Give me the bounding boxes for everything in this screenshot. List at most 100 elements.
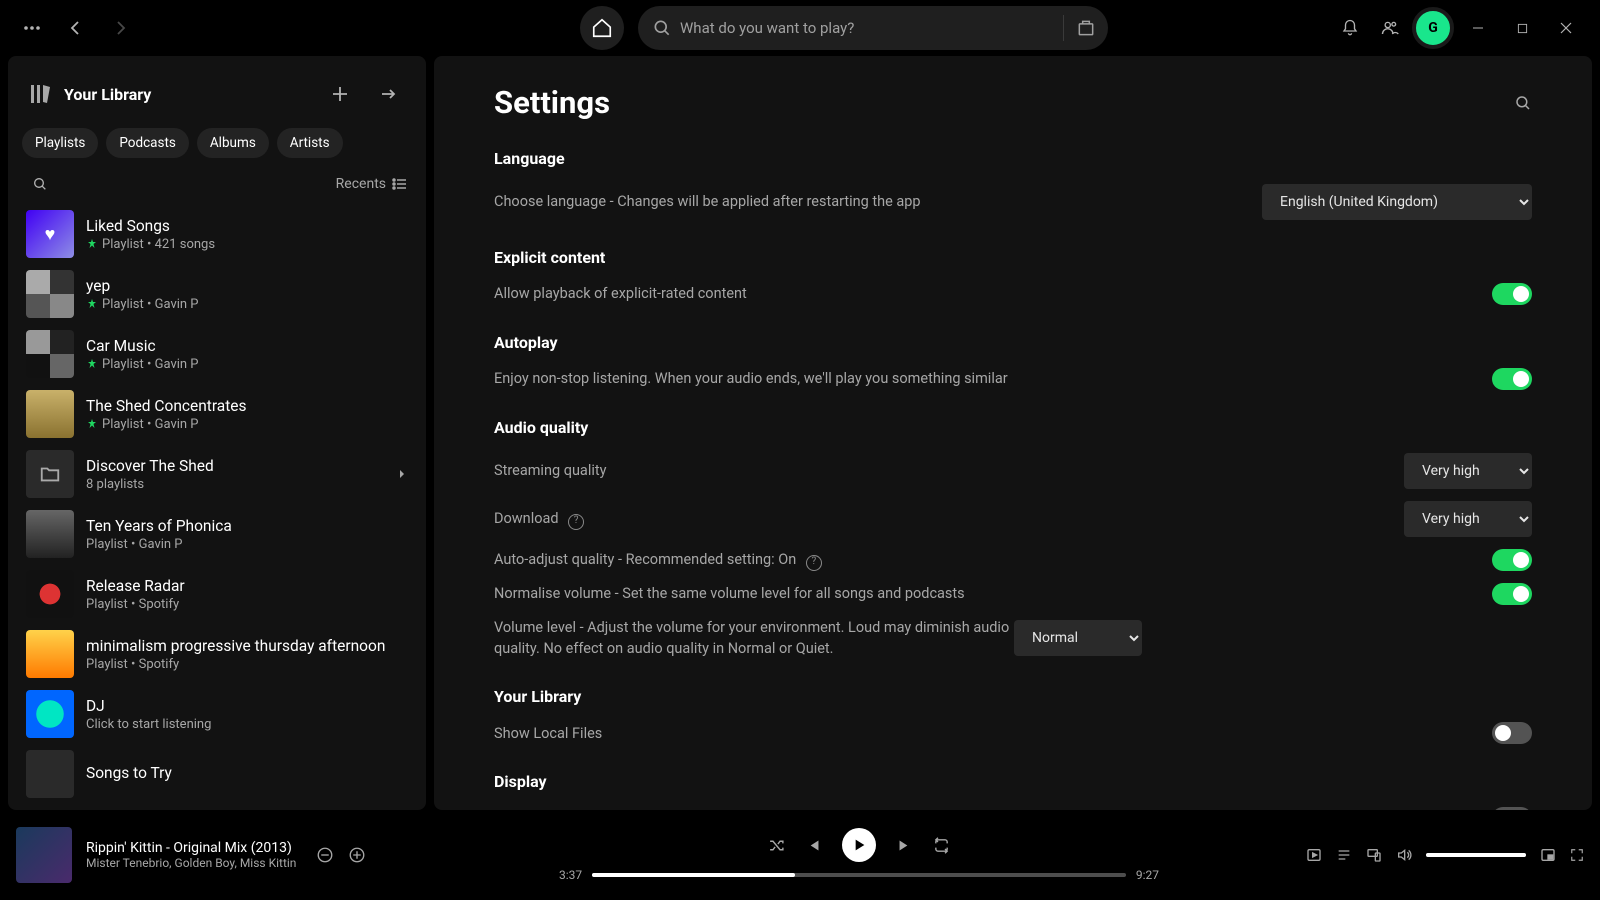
nav-back-button[interactable] bbox=[58, 10, 94, 46]
autoplay-toggle[interactable] bbox=[1492, 368, 1532, 390]
pin-icon bbox=[86, 358, 98, 370]
create-playlist-button[interactable] bbox=[322, 76, 358, 112]
progress-bar[interactable] bbox=[592, 873, 1126, 877]
library-item[interactable]: The Shed ConcentratesPlaylist • Gavin P bbox=[18, 384, 416, 444]
library-item[interactable]: Release RadarPlaylist • Spotify bbox=[18, 564, 416, 624]
local-files-label: Show Local Files bbox=[494, 723, 1492, 744]
playlist-meta: Playlist • 421 songs bbox=[86, 237, 215, 252]
sort-button[interactable]: Recents bbox=[336, 176, 408, 192]
mute-button[interactable] bbox=[1396, 847, 1412, 863]
filter-chip-artists[interactable]: Artists bbox=[277, 128, 343, 158]
streaming-quality-select[interactable]: Very high bbox=[1404, 453, 1532, 489]
library-title[interactable]: Your Library bbox=[64, 85, 310, 104]
playlist-cover bbox=[26, 330, 74, 378]
playlist-name: Ten Years of Phonica bbox=[86, 517, 232, 535]
library-item[interactable]: ♥Liked SongsPlaylist • 421 songs bbox=[18, 204, 416, 264]
filter-chip-playlists[interactable]: Playlists bbox=[22, 128, 98, 158]
pin-icon bbox=[86, 238, 98, 250]
library-item[interactable]: Ten Years of Phonica Playlist • Gavin P bbox=[18, 504, 416, 564]
playlist-name: Release Radar bbox=[86, 577, 185, 595]
library-item[interactable]: yepPlaylist • Gavin P bbox=[18, 264, 416, 324]
playlist-meta: Click to start listening bbox=[86, 717, 211, 732]
miniplayer-button[interactable] bbox=[1540, 847, 1556, 863]
library-section-title: Your Library bbox=[494, 687, 1532, 706]
user-avatar[interactable]: G bbox=[1412, 7, 1454, 49]
playlist-meta: Playlist • Gavin P bbox=[86, 537, 232, 552]
library-item[interactable]: Songs to Try bbox=[18, 744, 416, 798]
home-button[interactable] bbox=[580, 6, 624, 50]
now-playing-artist[interactable]: Mister Tenebrio, Golden Boy, Miss Kittin bbox=[86, 856, 296, 870]
library-sidebar: Your Library Playlists Podcasts Albums Arti… bbox=[8, 56, 426, 810]
sort-label: Recents bbox=[336, 176, 386, 192]
shuffle-button[interactable] bbox=[768, 837, 785, 854]
pin-icon bbox=[86, 298, 98, 310]
playlist-name: DJ bbox=[86, 697, 211, 715]
settings-panel: Settings Language Choose language - Chan… bbox=[434, 56, 1592, 810]
volume-level-select[interactable]: Normal bbox=[1014, 620, 1142, 656]
playlist-cover bbox=[26, 690, 74, 738]
help-icon[interactable]: ? bbox=[568, 514, 584, 530]
normalise-label: Normalise volume - Set the same volume l… bbox=[494, 583, 1492, 604]
queue-button[interactable] bbox=[1336, 847, 1352, 863]
window-maximize-button[interactable] bbox=[1502, 13, 1542, 43]
library-search-button[interactable] bbox=[26, 170, 54, 198]
now-playing-cover[interactable] bbox=[16, 827, 72, 883]
more-menu-button[interactable] bbox=[14, 10, 50, 46]
display-section-title: Display bbox=[494, 772, 1532, 791]
download-quality-select[interactable]: Very high bbox=[1404, 501, 1532, 537]
library-item[interactable]: Car MusicPlaylist • Gavin P bbox=[18, 324, 416, 384]
window-minimize-button[interactable] bbox=[1458, 13, 1498, 43]
previous-button[interactable] bbox=[805, 837, 822, 854]
repeat-button[interactable] bbox=[933, 837, 950, 854]
explicit-desc: Allow playback of explicit-rated content bbox=[494, 283, 1492, 304]
notifications-button[interactable] bbox=[1332, 10, 1368, 46]
volume-slider[interactable] bbox=[1426, 853, 1526, 857]
play-button[interactable] bbox=[842, 828, 876, 862]
playlist-name: Songs to Try bbox=[86, 764, 172, 782]
next-button[interactable] bbox=[896, 837, 913, 854]
language-section-title: Language bbox=[494, 149, 1532, 168]
playlist-meta: Playlist • Spotify bbox=[86, 657, 385, 672]
friends-button[interactable] bbox=[1372, 10, 1408, 46]
chevron-right-icon bbox=[396, 468, 408, 480]
now-playing-view-button[interactable] bbox=[1306, 847, 1322, 863]
time-current: 3:37 bbox=[559, 868, 582, 882]
nav-forward-button[interactable] bbox=[102, 10, 138, 46]
browse-icon[interactable] bbox=[1072, 10, 1100, 46]
local-files-toggle[interactable] bbox=[1492, 722, 1532, 744]
streaming-quality-label: Streaming quality bbox=[494, 460, 1404, 481]
library-item[interactable]: minimalism progressive thursday afternoo… bbox=[18, 624, 416, 684]
explicit-toggle[interactable] bbox=[1492, 283, 1532, 305]
playlist-meta: Playlist • Gavin P bbox=[86, 357, 199, 372]
playlist-cover bbox=[26, 450, 74, 498]
expand-library-button[interactable] bbox=[370, 76, 406, 112]
playlist-meta: Playlist • Gavin P bbox=[86, 417, 247, 432]
fullscreen-button[interactable] bbox=[1570, 848, 1584, 862]
autoplay-section-title: Autoplay bbox=[494, 333, 1532, 352]
connect-device-button[interactable] bbox=[1366, 847, 1382, 863]
download-quality-label: Download ? bbox=[494, 508, 1404, 529]
settings-search-button[interactable] bbox=[1514, 94, 1532, 112]
library-icon[interactable] bbox=[28, 82, 52, 106]
window-close-button[interactable] bbox=[1546, 13, 1586, 43]
now-playing-panel-toggle[interactable] bbox=[1492, 807, 1532, 810]
list-icon bbox=[392, 176, 408, 192]
search-icon bbox=[652, 18, 672, 38]
now-playing-title[interactable]: Rippin' Kittin - Original Mix (2013) bbox=[86, 840, 296, 856]
help-icon[interactable]: ? bbox=[806, 555, 822, 571]
language-select[interactable]: English (United Kingdom) bbox=[1262, 184, 1532, 220]
filter-chip-podcasts[interactable]: Podcasts bbox=[106, 128, 189, 158]
audio-section-title: Audio quality bbox=[494, 418, 1532, 437]
playlist-cover bbox=[26, 390, 74, 438]
remove-button[interactable] bbox=[316, 846, 334, 864]
normalise-toggle[interactable] bbox=[1492, 583, 1532, 605]
filter-chip-albums[interactable]: Albums bbox=[197, 128, 269, 158]
library-item[interactable]: DJ Click to start listening bbox=[18, 684, 416, 744]
autoadjust-toggle[interactable] bbox=[1492, 549, 1532, 571]
library-item[interactable]: Discover The Shed8 playlists bbox=[18, 444, 416, 504]
search-bar[interactable] bbox=[638, 6, 1108, 50]
playlist-cover bbox=[26, 630, 74, 678]
add-button[interactable] bbox=[348, 846, 366, 864]
explicit-section-title: Explicit content bbox=[494, 248, 1532, 267]
search-input[interactable] bbox=[680, 19, 1055, 37]
